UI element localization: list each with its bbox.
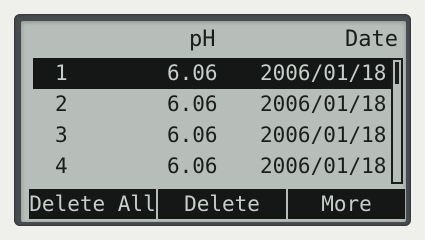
ph-column-header: pH bbox=[189, 27, 216, 52]
softkey-bar: Delete All Delete More bbox=[29, 189, 405, 219]
record-ph: 6.06 bbox=[167, 61, 218, 85]
column-header: pH Date bbox=[21, 21, 406, 55]
record-date: 2006/01/18 bbox=[260, 123, 387, 147]
meter-device: pH Date 1 6.06 2006/01/18 2 6.06 2006/01… bbox=[0, 0, 425, 240]
record-list: 1 6.06 2006/01/18 2 6.06 2006/01/18 3 6.… bbox=[33, 58, 399, 184]
delete-softkey[interactable]: Delete bbox=[158, 189, 286, 219]
record-index: 3 bbox=[55, 123, 68, 147]
record-date: 2006/01/18 bbox=[260, 92, 387, 116]
record-index: 4 bbox=[55, 154, 68, 178]
record-date: 2006/01/18 bbox=[260, 61, 387, 85]
record-row[interactable]: 4 6.06 2006/01/18 bbox=[33, 151, 399, 182]
scrollbar[interactable] bbox=[391, 58, 403, 184]
record-index: 1 bbox=[55, 61, 68, 85]
record-ph: 6.06 bbox=[167, 154, 218, 178]
record-row[interactable]: 2 6.06 2006/01/18 bbox=[33, 89, 399, 120]
record-ph: 6.06 bbox=[167, 123, 218, 147]
lcd-screen: pH Date 1 6.06 2006/01/18 2 6.06 2006/01… bbox=[21, 21, 406, 222]
record-date: 2006/01/18 bbox=[260, 154, 387, 178]
record-row[interactable]: 3 6.06 2006/01/18 bbox=[33, 120, 399, 151]
record-row[interactable]: 1 6.06 2006/01/18 bbox=[33, 58, 399, 89]
record-ph: 6.06 bbox=[167, 92, 218, 116]
record-index: 2 bbox=[55, 92, 68, 116]
scrollbar-thumb[interactable] bbox=[395, 62, 399, 84]
date-column-header: Date bbox=[345, 27, 398, 52]
more-softkey[interactable]: More bbox=[288, 189, 405, 219]
delete-all-softkey[interactable]: Delete All bbox=[29, 189, 156, 219]
